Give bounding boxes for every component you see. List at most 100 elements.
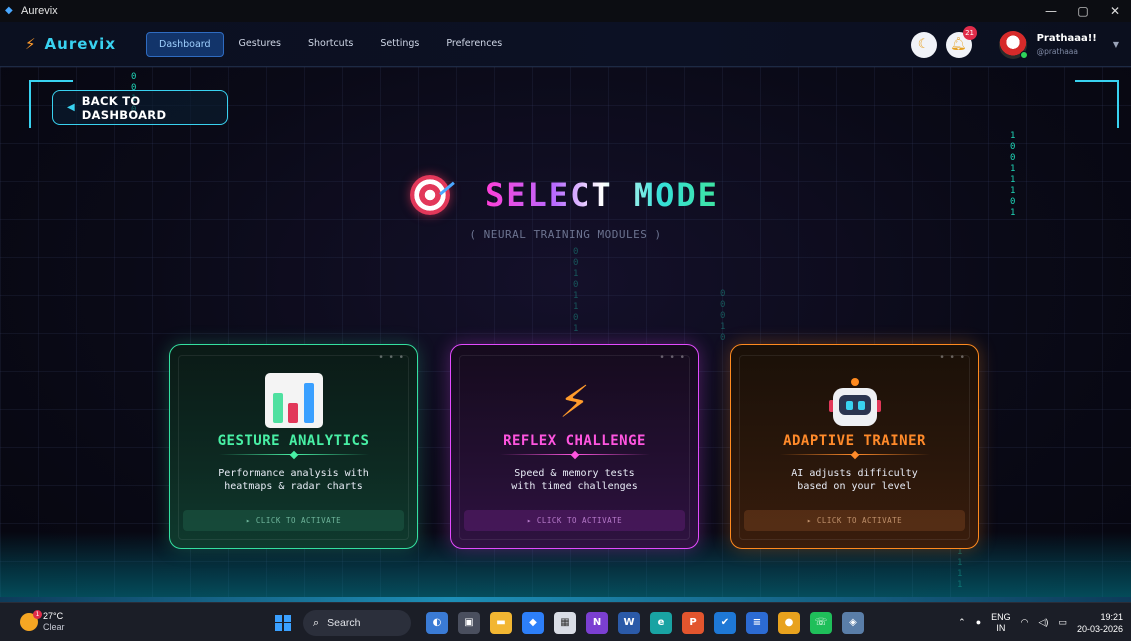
task-view-icon[interactable]: ▣ — [458, 611, 480, 634]
page-subtitle: ( NEURAL TRAINING MODULES ) — [469, 228, 662, 241]
user-name: Prathaaa!! — [1036, 33, 1097, 44]
todo-icon[interactable]: ✔ — [714, 611, 736, 634]
sun-icon: 1 — [20, 610, 42, 631]
window-title: Aurevix — [21, 5, 58, 17]
widgets-app-icon[interactable]: ◐ — [426, 611, 448, 634]
search-label: Search — [327, 616, 361, 629]
card-divider — [499, 454, 650, 455]
taskbar-apps: ⌕ Search ◐ ▣ ▬ ◆ ▦ N W e P ✔ ≡ ● ☏ ◈ — [275, 603, 869, 641]
clock-date: 20-03-2026 — [1076, 623, 1123, 634]
close-button[interactable]: ✕ — [1099, 0, 1131, 22]
nav-right: ☾ 🔔︎ 21 Prathaaa!! @prathaaa ▼ — [910, 22, 1131, 67]
target-icon — [410, 175, 450, 215]
card-divider — [218, 454, 369, 455]
chevron-up-icon[interactable]: ⌃ — [958, 617, 966, 628]
app-icon-blue[interactable]: ◆ — [522, 611, 544, 634]
window-titlebar: ◆ Aurevix — ▢ ✕ — [0, 0, 1131, 22]
tab-dashboard[interactable]: Dashboard — [146, 31, 224, 57]
powerpoint-icon[interactable]: P — [682, 611, 704, 634]
visual-studio-icon[interactable]: N — [586, 611, 608, 634]
language-label: ENG — [991, 611, 1011, 622]
avatar[interactable] — [998, 30, 1028, 59]
activate-button[interactable]: ▸ CLICK TO ACTIVATE — [183, 510, 404, 531]
card-description: Performance analysis with heatmaps & rad… — [170, 467, 417, 493]
maximize-button[interactable]: ▢ — [1067, 0, 1099, 22]
moon-icon: ☾ — [917, 37, 930, 52]
binary-stream-center-2: 0 0 0 1 0 — [720, 289, 726, 343]
binary-stream-center: 0 0 1 0 1 1 0 1 — [573, 247, 579, 334]
chrome-tray-icon[interactable]: ● — [976, 617, 981, 628]
tab-settings[interactable]: Settings — [368, 32, 431, 57]
store-icon[interactable]: ▦ — [554, 611, 576, 634]
volume-icon[interactable]: ◁) — [1039, 617, 1049, 628]
search-icon: ⌕ — [313, 615, 320, 629]
page-heading: SELECT MODE — [410, 175, 719, 215]
card-description-line: based on your level — [797, 481, 912, 492]
card-icon-area — [170, 373, 417, 428]
notifications-button[interactable]: 🔔︎ 21 — [945, 25, 977, 58]
robot-icon — [828, 378, 881, 428]
mode-card-reflex-challenge[interactable]: • • • ⚡ REFLEX CHALLENGE Speed & memory … — [450, 344, 699, 549]
card-description: AI adjusts difficulty based on your leve… — [731, 467, 978, 493]
card-icon-area — [731, 373, 978, 428]
tab-preferences[interactable]: Preferences — [434, 32, 514, 57]
os-taskbar: 1 27°C Clear ⌕ Search ◐ ▣ ▬ ◆ ▦ N W e P … — [0, 602, 1131, 641]
minimize-button[interactable]: — — [1035, 0, 1067, 22]
tab-gestures[interactable]: Gestures — [227, 32, 293, 57]
weather-temp: 27°C — [43, 611, 64, 621]
brand[interactable]: ⚡ Aurevix — [25, 35, 116, 53]
online-status-dot — [1019, 50, 1028, 59]
activate-button[interactable]: ▸ CLICK TO ACTIVATE — [744, 510, 965, 531]
card-description-line: with timed challenges — [511, 481, 638, 492]
more-dots-icon: • • • — [659, 353, 686, 363]
app-navbar: ⚡ Aurevix Dashboard Gestures Shortcuts S… — [0, 22, 1131, 67]
weather-text: 27°C Clear — [43, 611, 65, 633]
file-explorer-icon[interactable]: ▬ — [490, 611, 512, 634]
clock[interactable]: 19:21 20-03-2026 — [1077, 611, 1123, 635]
brand-name: Aurevix — [44, 35, 116, 53]
bolt-logo-icon: ⚡ — [25, 35, 36, 53]
word-icon[interactable]: W — [618, 611, 640, 634]
mode-card-adaptive-trainer[interactable]: • • • ADAPTIVE TRAINER AI adjusts diffic… — [730, 344, 979, 549]
windows-start-icon[interactable] — [275, 614, 291, 631]
system-tray: ⌃ ● ENG IN ◠ ◁) ▭ 19:21 20-03-2026 — [948, 603, 1123, 641]
weather-widget[interactable]: 1 27°C Clear — [20, 610, 65, 633]
back-to-dashboard-button[interactable]: ◀ BACK TO DASHBOARD — [52, 90, 228, 125]
card-description-line: Speed & memory tests — [514, 468, 635, 479]
clock-time: 19:21 — [1100, 611, 1123, 622]
taskbar-search[interactable]: ⌕ Search — [303, 609, 411, 636]
card-icon-area: ⚡ — [451, 373, 698, 428]
weather-desc: Clear — [43, 622, 65, 632]
notification-badge: 21 — [962, 25, 977, 40]
more-dots-icon: • • • — [378, 353, 405, 363]
battery-icon[interactable]: ▭ — [1058, 617, 1067, 628]
binary-stream-bottom-right: 1 1 1 1 — [957, 547, 963, 590]
chevron-down-icon[interactable]: ▼ — [1113, 40, 1119, 49]
back-button-label: BACK TO DASHBOARD — [81, 93, 167, 122]
tab-shortcuts[interactable]: Shortcuts — [296, 32, 365, 57]
card-description-line: heatmaps & radar charts — [224, 481, 363, 492]
nav-tabs: Dashboard Gestures Shortcuts Settings Pr… — [146, 31, 517, 57]
edge-icon[interactable]: e — [650, 611, 672, 634]
weather-badge: 1 — [33, 610, 42, 619]
main-stage: 0 0 1 0 1 0 0 1 1 1 0 1 0 0 1 0 1 1 0 1 … — [0, 67, 1131, 602]
bell-icon: 🔔︎ — [950, 37, 967, 52]
bar-chart-icon — [264, 373, 323, 428]
activate-button[interactable]: ▸ CLICK TO ACTIVATE — [464, 510, 685, 531]
app-icon: ◆ — [5, 5, 13, 16]
running-app-icon[interactable]: ◈ — [842, 611, 864, 634]
wifi-icon[interactable]: ◠ — [1021, 617, 1029, 628]
card-divider — [779, 454, 930, 455]
corner-bracket-top-right — [1075, 80, 1119, 128]
mode-card-gesture-analytics[interactable]: • • • GESTURE ANALYTICS Performance anal… — [169, 344, 418, 549]
whatsapp-icon[interactable]: ☏ — [810, 611, 832, 634]
language-indicator[interactable]: ENG IN — [991, 612, 1011, 634]
card-title: GESTURE ANALYTICS — [217, 433, 370, 449]
notepad-icon[interactable]: ≡ — [746, 611, 768, 634]
lightning-icon: ⚡ — [559, 377, 590, 428]
chrome-icon[interactable]: ● — [778, 611, 800, 634]
card-description: Speed & memory tests with timed challeng… — [451, 467, 698, 493]
theme-toggle-button[interactable]: ☾ — [910, 31, 937, 58]
user-handle: @prathaaa — [1036, 47, 1078, 56]
user-block[interactable]: Prathaaa!! @prathaaa — [1037, 33, 1097, 56]
